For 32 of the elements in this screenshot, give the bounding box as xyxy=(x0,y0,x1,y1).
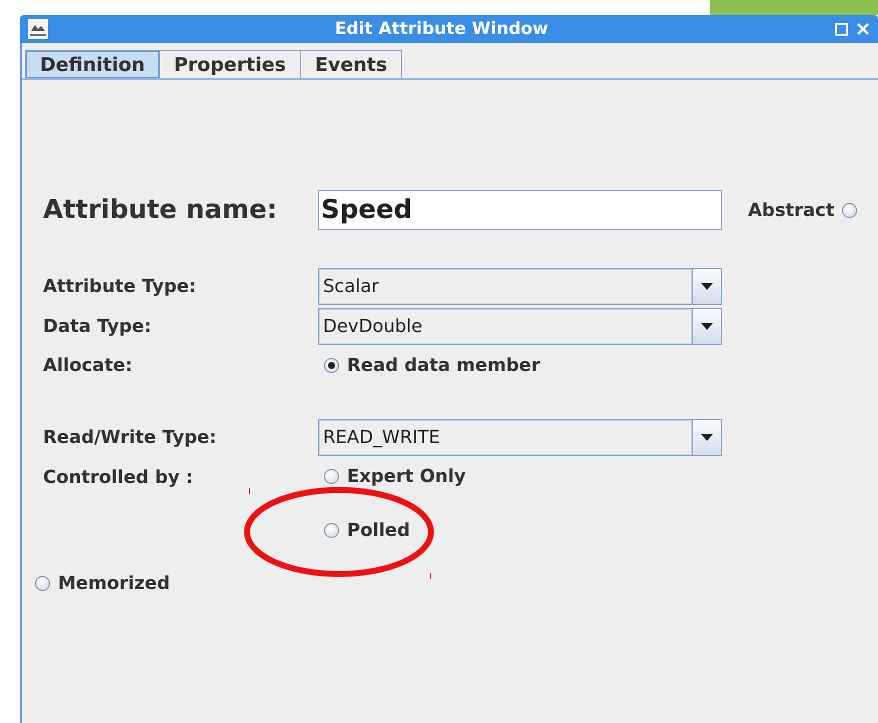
window-title: Edit Attribute Window xyxy=(334,19,550,39)
input-field[interactable]: Speed xyxy=(318,190,722,230)
radio-label[interactable]: Read data member xyxy=(347,355,540,376)
tab[interactable]: Definition xyxy=(25,50,160,78)
tick-mark xyxy=(249,488,250,494)
field-label: Read/Write Type: xyxy=(43,427,217,448)
radio-button[interactable] xyxy=(324,469,339,484)
close-icon[interactable] xyxy=(856,22,870,36)
radio-label[interactable]: Memorized xyxy=(58,573,170,594)
dropdown-arrow-icon xyxy=(701,434,713,441)
dropdown-arrow-icon xyxy=(701,283,713,290)
radio-button[interactable] xyxy=(842,202,858,218)
radio-button[interactable] xyxy=(35,576,50,591)
dropdown[interactable]: Scalar xyxy=(318,268,722,305)
field-label: Allocate: xyxy=(43,354,132,376)
radio-label[interactable]: Polled xyxy=(347,520,410,541)
dropdown[interactable]: READ_WRITE xyxy=(318,419,722,456)
dropdown[interactable]: DevDouble xyxy=(318,308,722,345)
radio-label[interactable]: Abstract xyxy=(748,200,834,220)
maximize-icon[interactable] xyxy=(835,22,848,36)
tick-mark xyxy=(430,573,431,579)
field-label: Attribute Type: xyxy=(43,276,196,297)
tab[interactable]: Properties xyxy=(158,50,301,78)
field-label: Data Type: xyxy=(43,316,152,337)
dropdown-arrow-icon xyxy=(701,323,713,330)
radio-button[interactable] xyxy=(324,523,339,538)
radio-label[interactable]: Expert Only xyxy=(347,466,466,487)
tab[interactable]: Events xyxy=(300,50,402,78)
field-label: Attribute name: xyxy=(43,195,278,225)
app-icon xyxy=(28,19,48,39)
field-label: Controlled by : xyxy=(43,466,194,488)
radio-button[interactable] xyxy=(324,358,339,373)
